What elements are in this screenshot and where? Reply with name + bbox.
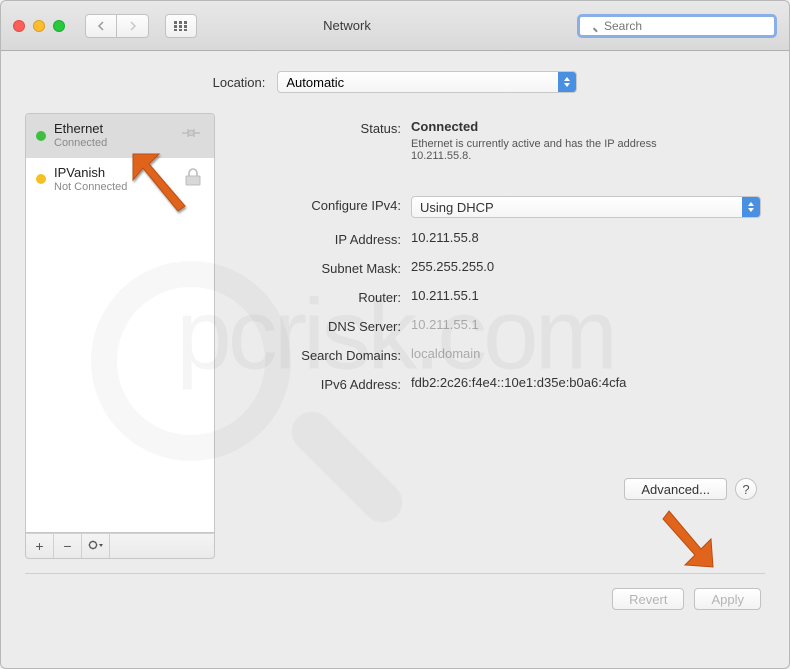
location-row: Location: Automatic <box>25 71 765 93</box>
connection-status: Connected <box>54 137 107 150</box>
status-label: Status: <box>231 119 411 136</box>
ip-address-value: 10.211.55.8 <box>411 230 761 245</box>
status-dot-icon <box>36 131 46 141</box>
minimize-window-button[interactable] <box>33 20 45 32</box>
help-button[interactable]: ? <box>735 478 757 500</box>
subnet-mask-label: Subnet Mask: <box>231 259 411 276</box>
ethernet-icon <box>178 124 204 147</box>
router-label: Router: <box>231 288 411 305</box>
connection-name: Ethernet <box>54 122 107 137</box>
add-connection-button[interactable]: + <box>26 534 54 558</box>
apply-button[interactable]: Apply <box>694 588 761 610</box>
sidebar-footer: + − <box>25 533 215 559</box>
footer-buttons: Revert Apply <box>25 588 765 610</box>
configure-ipv4-label: Configure IPv4: <box>231 196 411 213</box>
preferences-window: Network Location: Automatic Ethernet <box>0 0 790 669</box>
ipv6-address-value: fdb2:2c26:f4e4::10e1:d35e:b0a6:4cfa <box>411 375 761 390</box>
chevron-updown-icon <box>558 72 576 92</box>
action-menu-button[interactable] <box>82 534 110 558</box>
window-body: Location: Automatic Ethernet Connected <box>1 51 789 624</box>
router-value: 10.211.55.1 <box>411 288 761 303</box>
sidebar-item-ipvanish[interactable]: IPVanish Not Connected <box>26 158 214 202</box>
close-window-button[interactable] <box>13 20 25 32</box>
details-panel: Status: Connected Ethernet is currently … <box>227 113 765 559</box>
titlebar: Network <box>1 1 789 51</box>
sidebar-item-ethernet[interactable]: Ethernet Connected <box>26 114 214 158</box>
location-value: Automatic <box>286 75 344 90</box>
advanced-button[interactable]: Advanced... <box>624 478 727 500</box>
subnet-mask-value: 255.255.255.0 <box>411 259 761 274</box>
connection-sidebar: Ethernet Connected IPVanish Not Connecte… <box>25 113 215 533</box>
status-value: Connected <box>411 119 761 134</box>
search-domains-label: Search Domains: <box>231 346 411 363</box>
configure-ipv4-value: Using DHCP <box>420 200 494 215</box>
status-dot-icon <box>36 174 46 184</box>
dns-server-label: DNS Server: <box>231 317 411 334</box>
search-input[interactable] <box>577 14 777 38</box>
window-title: Network <box>125 18 569 33</box>
configure-ipv4-select[interactable]: Using DHCP <box>411 196 761 218</box>
location-select[interactable]: Automatic <box>277 71 577 93</box>
location-label: Location: <box>213 75 266 90</box>
revert-button[interactable]: Revert <box>612 588 684 610</box>
ipv6-address-label: IPv6 Address: <box>231 375 411 392</box>
zoom-window-button[interactable] <box>53 20 65 32</box>
ip-address-label: IP Address: <box>231 230 411 247</box>
back-button[interactable] <box>85 14 117 38</box>
status-description: Ethernet is currently active and has the… <box>411 138 711 162</box>
lock-icon <box>182 167 204 192</box>
search-domains-value: localdomain <box>411 346 761 361</box>
dns-server-value: 10.211.55.1 <box>411 317 761 332</box>
connection-name: IPVanish <box>54 166 127 181</box>
connection-status: Not Connected <box>54 181 127 194</box>
remove-connection-button[interactable]: − <box>54 534 82 558</box>
search-field-container <box>577 14 777 38</box>
window-controls <box>13 20 65 32</box>
divider <box>25 573 765 574</box>
chevron-updown-icon <box>742 197 760 217</box>
